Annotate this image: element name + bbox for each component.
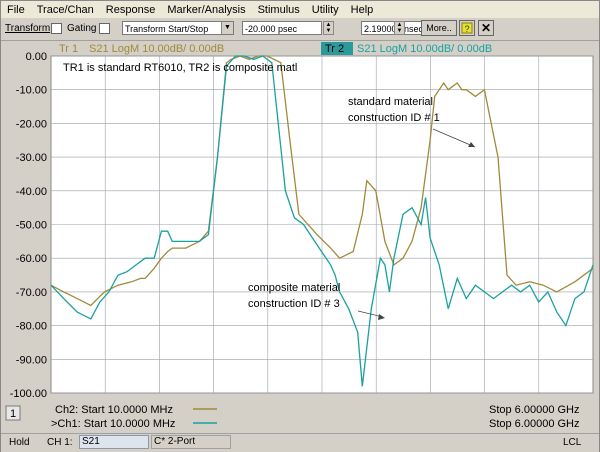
tr1-badge[interactable]: Tr 1 — [59, 43, 78, 55]
transform-mode-select[interactable]: Transform Start/Stop ▼ — [122, 21, 234, 35]
lcl-status: LCL — [563, 437, 582, 448]
y-tick-label: -20.00 — [16, 118, 47, 130]
y-tick-label: -90.00 — [16, 354, 47, 366]
annotation-composite-line1: composite material — [248, 282, 340, 294]
y-tick-label: -80.00 — [16, 321, 47, 333]
menu-response[interactable]: Response — [100, 1, 162, 17]
transform-label: Transform — [5, 23, 51, 34]
tr2-badge[interactable]: Tr 2 — [325, 43, 344, 55]
menu-marker-analysis[interactable]: Marker/Analysis — [161, 1, 251, 17]
y-tick-label: 0.00 — [26, 51, 47, 63]
start-time-input[interactable]: -20.000 psec — [242, 21, 322, 35]
ch1-stop: Stop 6.00000 GHz — [489, 418, 580, 430]
y-tick-label: -70.00 — [16, 287, 47, 299]
transform-mode-value: Transform Start/Stop — [125, 24, 209, 34]
help-icon[interactable]: ? — [459, 20, 475, 36]
parameter-field[interactable]: S21 — [79, 435, 149, 449]
annotation-standard-line2: construction ID # 1 — [348, 112, 440, 124]
gating-checkbox[interactable] — [99, 23, 110, 34]
y-tick-label: -50.00 — [16, 220, 47, 232]
menu-file[interactable]: File — [1, 1, 31, 17]
ch1-start: >Ch1: Start 10.0000 MHz — [51, 418, 175, 430]
start-time-value: -20.000 psec — [245, 24, 298, 34]
close-icon[interactable]: ✕ — [478, 20, 494, 36]
help-glyph-icon: ? — [461, 22, 473, 34]
start-spin-icon[interactable]: ▲ ▼ — [323, 21, 334, 35]
menu-stimulus[interactable]: Stimulus — [252, 1, 306, 17]
svg-text:?: ? — [464, 24, 469, 34]
toolbar: Transform Gating Transform Start/Stop ▼ … — [1, 18, 599, 41]
y-tick-labels: 0.00 -10.00 -20.00 -30.00 -40.00 -50.00 -60.00… — [10, 51, 47, 400]
y-tick-label: -30.00 — [16, 152, 47, 164]
y-tick-label: -60.00 — [16, 253, 47, 265]
trace-note: TR1 is standard RT6010, TR2 is composite… — [63, 62, 297, 74]
status-bar: Hold CH 1: S21 C* 2-Port LCL — [1, 433, 599, 452]
port-field: C* 2-Port — [151, 435, 231, 449]
menu-trace-chan[interactable]: Trace/Chan — [31, 1, 100, 17]
hold-status: Hold — [9, 437, 30, 448]
more-button[interactable]: More.. — [421, 20, 457, 36]
channel-status-label: CH 1: — [47, 437, 73, 448]
transform-checkbox[interactable] — [51, 23, 62, 34]
measurement-area: Tr 1 S21 LogM 10.00dB/ 0.00dB Tr 2 S21 L… — [1, 41, 599, 431]
tr1-label[interactable]: S21 LogM 10.00dB/ 0.00dB — [89, 43, 224, 55]
analyzer-window: File Trace/Chan Response Marker/Analysis Sti… — [0, 0, 600, 452]
chevron-down-icon[interactable]: ▼ — [221, 22, 233, 34]
ch2-start: Ch2: Start 10.0000 MHz — [55, 404, 173, 416]
channel-number: 1 — [10, 408, 16, 420]
s21-chart: Tr 1 S21 LogM 10.00dB/ 0.00dB Tr 2 S21 L… — [5, 41, 594, 430]
gating-label: Gating — [67, 23, 97, 34]
stop-spin-icon[interactable]: ▲ ▼ — [394, 21, 405, 35]
ch2-stop: Stop 6.00000 GHz — [489, 404, 580, 416]
tr2-label[interactable]: S21 LogM 10.00dB/ 0.00dB — [357, 43, 492, 55]
y-tick-label: -10.00 — [16, 85, 47, 97]
annotation-standard-line1: standard material — [348, 96, 433, 108]
y-tick-label: -40.00 — [16, 186, 47, 198]
menu-bar: File Trace/Chan Response Marker/Analysis Sti… — [1, 1, 599, 18]
menu-utility[interactable]: Utility — [306, 1, 345, 17]
menu-help[interactable]: Help — [345, 1, 380, 17]
annotation-composite-line2: construction ID # 3 — [248, 298, 340, 310]
y-tick-label: -100.00 — [10, 388, 47, 400]
